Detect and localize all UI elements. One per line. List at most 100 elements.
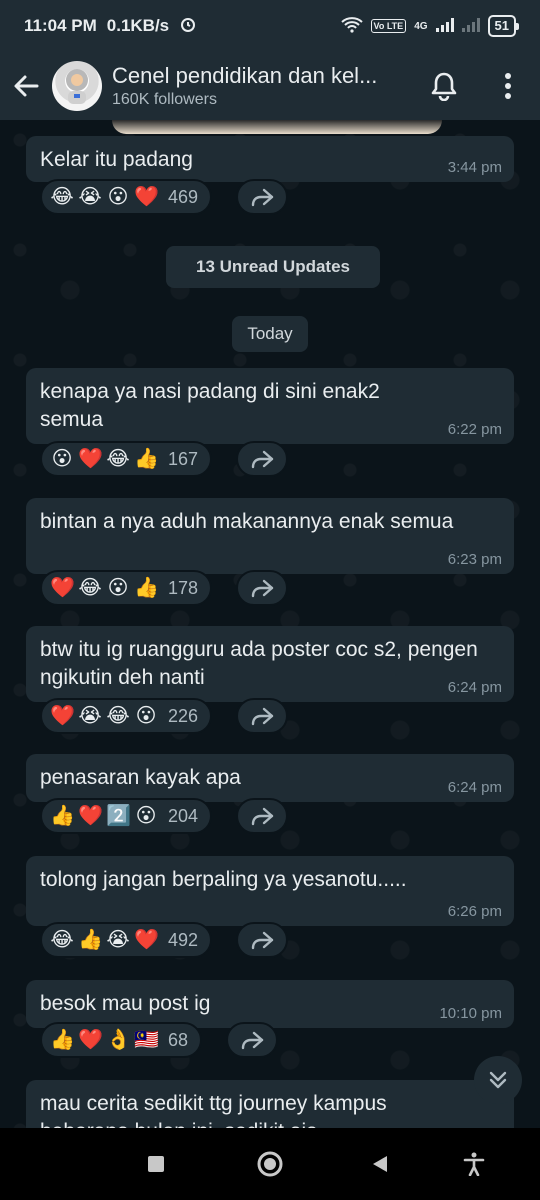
reaction-count: 178 [168,577,199,598]
reaction-emoji: 😮 [135,705,157,727]
reaction-bar[interactable]: 😂 👍 😭 ❤️ 492 [40,922,213,958]
reaction-emoji: 😭 [78,705,102,727]
reaction-count: 469 [168,186,199,207]
message-text: bintan a nya aduh makanannya enak semua [40,510,454,533]
reaction-emoji: ❤️ [50,705,75,727]
message-text: btw itu ig ruangguru ada poster coc s2, … [40,638,478,689]
accessibility-button[interactable] [456,1146,492,1182]
reaction-emoji: 👍 [50,805,75,827]
reaction-emoji: 👍 [78,929,103,951]
channel-avatar[interactable] [52,61,102,111]
network-type: 4G [414,20,428,32]
back-nav-button[interactable] [362,1146,398,1182]
forward-button[interactable] [236,698,288,734]
forward-button[interactable] [236,922,288,958]
message-bubble[interactable]: mau cerita sedikit ttg journey kampus be… [26,1080,514,1128]
reaction-count: 226 [168,705,199,726]
reaction-count: 68 [168,1029,189,1050]
message-time: 6:24 pm [447,679,502,696]
recents-button[interactable] [138,1146,174,1182]
reaction-emoji: 😭 [106,929,130,951]
message-text: penasaran kayak apa [40,766,241,789]
reaction-count: 167 [168,448,199,469]
more-options-button[interactable] [490,66,526,106]
reaction-bar[interactable]: 😂 😭 😮 ❤️ 469 [40,179,213,215]
reaction-bar[interactable]: 😮 ❤️ 😂 👍 167 [40,441,213,477]
reaction-bar[interactable]: ❤️ 😭 😂 😮 226 [40,698,213,734]
accessibility-icon [463,1152,485,1176]
forward-icon [251,931,274,950]
reaction-emoji: 😮 [107,577,129,599]
forward-icon [251,707,274,726]
forward-button[interactable] [236,179,288,215]
status-bar: 11:04 PM 0.1KB/s Vo LTE 4G 51 [0,0,540,52]
wifi-icon [340,16,363,36]
forward-button[interactable] [236,798,288,834]
message-bubble[interactable]: bintan a nya aduh makanannya enak semua … [26,498,514,574]
message-bubble[interactable]: btw itu ig ruangguru ada poster coc s2, … [26,626,514,702]
triangle-back-icon [373,1156,387,1172]
channel-title: Cenel pendidikan dan kel... [112,63,378,88]
reaction-emoji: 2️⃣ [106,805,131,827]
forward-button[interactable] [236,570,288,606]
forward-icon [241,1031,264,1050]
status-speed: 0.1KB/s [106,16,170,35]
reaction-emoji: 👍 [134,577,159,599]
reaction-emoji: ❤️ [50,577,75,599]
reaction-emoji: ❤️ [134,929,159,951]
message-time: 10:10 pm [439,1005,502,1022]
message-time: 6:26 pm [447,903,502,920]
message-time: 6:22 pm [447,421,502,438]
reaction-emoji: 😮 [135,805,157,827]
forward-button[interactable] [226,1022,278,1058]
date-divider: Today [232,316,308,352]
reaction-emoji: 👍 [134,448,159,470]
forward-button[interactable] [236,441,288,477]
back-button[interactable] [0,52,52,120]
message-text: kenapa ya nasi padang di sini enak2 semu… [40,380,380,431]
notifications-button[interactable] [424,66,464,106]
reaction-bar[interactable]: 👍 ❤️ 👌 🇲🇾 68 [40,1022,203,1058]
reaction-emoji: 👍 [50,1029,75,1051]
reaction-emoji: 😂 [50,929,74,951]
forward-icon [251,807,274,826]
chat-area[interactable]: Kelar itu padang 3:44 pm 😂 😭 😮 ❤️ 469 13… [0,120,540,1128]
system-nav-bar [0,1128,540,1200]
message-bubble[interactable]: penasaran kayak apa 6:24 pm [26,754,514,802]
forward-icon [251,188,274,207]
reaction-bar[interactable]: ❤️ 😂 😮 👍 178 [40,570,213,606]
reaction-emoji: ❤️ [134,186,159,208]
scroll-down-button[interactable] [474,1056,522,1104]
chevron-double-down-icon [489,1071,507,1089]
reaction-emoji: 😮 [107,186,129,208]
signal-icon-2 [461,17,480,35]
message-bubble[interactable]: tolong jangan berpaling ya yesanotu.....… [26,856,514,926]
app-bar: Cenel pendidikan dan kel... 160K followe… [0,52,540,120]
message-bubble[interactable]: kenapa ya nasi padang di sini enak2 semu… [26,368,514,444]
home-button[interactable] [252,1146,288,1182]
reaction-emoji: 😂 [106,448,130,470]
message-time: 6:24 pm [447,779,502,796]
channel-followers: 160K followers [112,91,217,108]
channel-info[interactable]: Cenel pendidikan dan kel... 160K followe… [112,63,422,109]
message-bubble[interactable]: besok mau post ig 10:10 pm [26,980,514,1028]
message-text: mau cerita sedikit ttg journey kampus be… [40,1092,387,1128]
unread-divider: 13 Unread Updates [166,246,380,288]
reaction-emoji: 😂 [78,577,102,599]
reaction-emoji: 😭 [78,186,102,208]
reaction-bar[interactable]: 👍 ❤️ 2️⃣ 😮 204 [40,798,213,834]
reaction-emoji: 🇲🇾 [134,1029,159,1051]
forward-icon [251,450,274,469]
status-time: 11:04 PM [24,16,97,35]
reaction-emoji: 👌 [106,1029,131,1051]
signal-icon [435,17,454,35]
message-time: 3:44 pm [447,159,502,176]
message-text: tolong jangan berpaling ya yesanotu..... [40,868,407,891]
reaction-emoji: 😂 [106,705,130,727]
alarm-icon [179,15,197,38]
message-bubble[interactable]: Kelar itu padang 3:44 pm [26,136,514,182]
message-text: Kelar itu padang [40,148,193,171]
previous-image[interactable] [112,120,442,134]
square-icon [148,1156,164,1172]
message-time: 6:23 pm [447,551,502,568]
